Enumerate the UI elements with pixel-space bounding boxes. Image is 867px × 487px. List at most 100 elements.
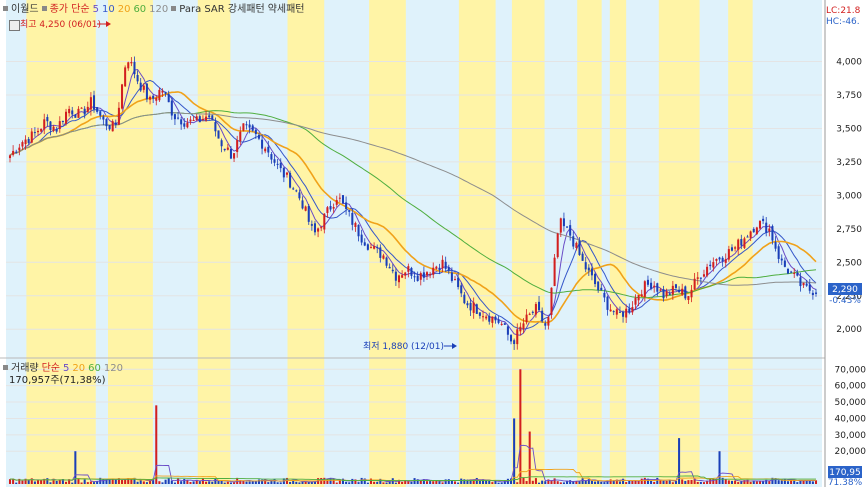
candle-body [556, 233, 559, 258]
volume-bar [653, 481, 656, 484]
volume-bar [488, 480, 491, 484]
candle-body [167, 94, 170, 103]
volume-bar [544, 481, 547, 484]
legend-volume-type[interactable]: 단순 [42, 363, 60, 374]
volume-bar [214, 478, 217, 484]
candle-body [388, 266, 391, 269]
candle-body [712, 262, 715, 268]
volume-bar [167, 478, 170, 484]
current-volume: 170,95 [829, 468, 861, 478]
candle-body [671, 285, 674, 295]
volume-bar [267, 482, 270, 484]
candle-body [86, 106, 89, 112]
volume-bar [556, 481, 559, 484]
volume-bar [740, 481, 743, 484]
legend-stock-name[interactable]: 이월드 [11, 4, 39, 15]
candle-body [357, 224, 360, 237]
volume-bar [497, 482, 500, 484]
candle-body [634, 297, 637, 305]
legend-volume-name[interactable]: 거래량 [11, 363, 39, 374]
volume-bar [388, 481, 391, 484]
candle-body [173, 114, 176, 120]
candle-body [229, 148, 232, 159]
volume-bar [525, 481, 528, 484]
volume-bar [528, 431, 531, 484]
candle-body [500, 323, 503, 325]
candle-body [220, 140, 223, 147]
candle-body [765, 222, 768, 233]
volume-bar [432, 481, 435, 484]
chart-settings-icon[interactable] [9, 20, 20, 31]
volume-bar [295, 481, 298, 484]
candle-body [755, 227, 758, 235]
legend-ma60: 60 [133, 4, 147, 15]
volume-bar [64, 481, 68, 484]
volume-bar [158, 481, 161, 484]
band-bullish [609, 0, 627, 487]
candle-body [457, 277, 460, 288]
candle-body [774, 242, 777, 249]
candle-body [441, 259, 444, 269]
candle-body [416, 275, 419, 282]
volume-bar [696, 482, 699, 484]
candle-body [413, 276, 416, 278]
volume-bar [201, 478, 204, 484]
candle-body [562, 218, 565, 227]
volume-bar [289, 481, 292, 484]
price-tick-label: 2,750 [836, 225, 862, 235]
candle-body [394, 271, 397, 281]
candle-body [323, 213, 326, 230]
candle-body [136, 74, 139, 82]
stock-chart: 4,0003,7503,5003,2503,0002,7502,5002,250… [0, 0, 867, 487]
legend-ma-type[interactable]: 종가 단순 [50, 4, 90, 15]
volume-bar [80, 482, 83, 484]
volume-bar [335, 482, 338, 484]
volume-bar [811, 481, 814, 484]
volume-tick-label: 50,000 [835, 398, 867, 408]
legend-parasar[interactable]: Para SAR 강세패턴 [179, 4, 264, 15]
candle-body [519, 326, 522, 332]
volume-bar [155, 405, 158, 484]
candle-body [463, 294, 466, 304]
candle-body [531, 311, 534, 313]
candle-body [450, 272, 453, 281]
candle-body [80, 107, 83, 109]
candle-body [566, 226, 569, 228]
legend-ma10: 10 [101, 4, 115, 15]
candle-body [746, 236, 749, 238]
volume-bar [270, 480, 273, 484]
volume-bar [553, 478, 556, 484]
volume-bar [665, 480, 668, 484]
volume-tick-label: 60,000 [835, 382, 867, 392]
volume-bar [559, 482, 562, 484]
legend-bearish[interactable]: 약세패턴 [268, 4, 305, 15]
legend-square-icon [3, 6, 8, 11]
volume-bar [49, 482, 52, 484]
volume-bar [357, 482, 360, 484]
volume-bar [578, 481, 581, 484]
candle-body [61, 120, 64, 122]
candle-body [304, 206, 307, 211]
candle-body [662, 289, 665, 299]
candle-body [758, 220, 762, 229]
candle-body [640, 294, 643, 297]
volume-bar [298, 482, 301, 484]
candle-body [74, 114, 77, 118]
candle-body [600, 287, 603, 291]
candle-body [690, 289, 693, 298]
candle-body [158, 89, 161, 101]
volume-bar [659, 480, 662, 484]
volume-bar [382, 482, 385, 484]
legend-vol-ma5: 5 [63, 363, 70, 374]
band-bullish [511, 0, 545, 487]
volume-bar [385, 482, 388, 484]
candle-body [285, 172, 288, 175]
candle-body [71, 110, 74, 115]
volume-bar [681, 479, 684, 484]
volume-bar [348, 482, 351, 484]
volume-bar [373, 481, 376, 484]
candle-body [254, 129, 257, 135]
candle-body [681, 288, 684, 295]
legend-square-icon [3, 365, 8, 370]
candle-body [282, 167, 285, 178]
